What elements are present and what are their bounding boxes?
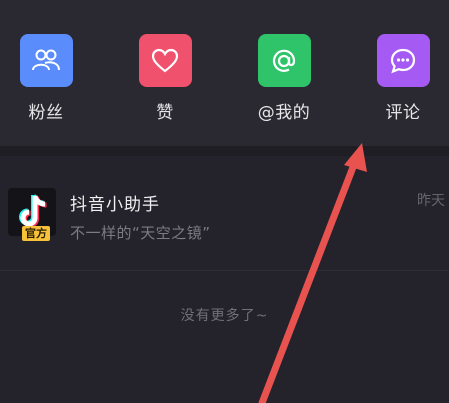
- mentions-button[interactable]: @我的: [244, 34, 324, 123]
- comments-label: 评论: [385, 103, 421, 123]
- fans-label: 粉丝: [28, 103, 64, 123]
- message-item-douyin-assistant[interactable]: 官方 抖音小助手 不一样的“天空之镜” 昨天: [0, 170, 449, 270]
- mentions-label: @我的: [257, 103, 311, 123]
- comments-button[interactable]: 评论: [363, 34, 443, 123]
- section-divider: [0, 146, 449, 156]
- message-preview: 不一样的“天空之镜”: [70, 224, 211, 242]
- message-time: 昨天: [417, 193, 445, 209]
- official-badge: 官方: [22, 226, 50, 241]
- fans-icon: [19, 34, 73, 87]
- at-icon: [257, 34, 311, 87]
- notification-categories: 粉丝 赞 @我的 评论: [0, 0, 449, 146]
- likes-button[interactable]: 赞: [125, 34, 205, 123]
- heart-icon: [138, 34, 192, 87]
- likes-label: 赞: [156, 103, 174, 123]
- comment-icon: [376, 34, 430, 87]
- fans-button[interactable]: 粉丝: [6, 34, 86, 123]
- no-more-text: 没有更多了~: [180, 308, 269, 324]
- message-title: 抖音小助手: [70, 195, 160, 215]
- row-divider: [0, 270, 449, 271]
